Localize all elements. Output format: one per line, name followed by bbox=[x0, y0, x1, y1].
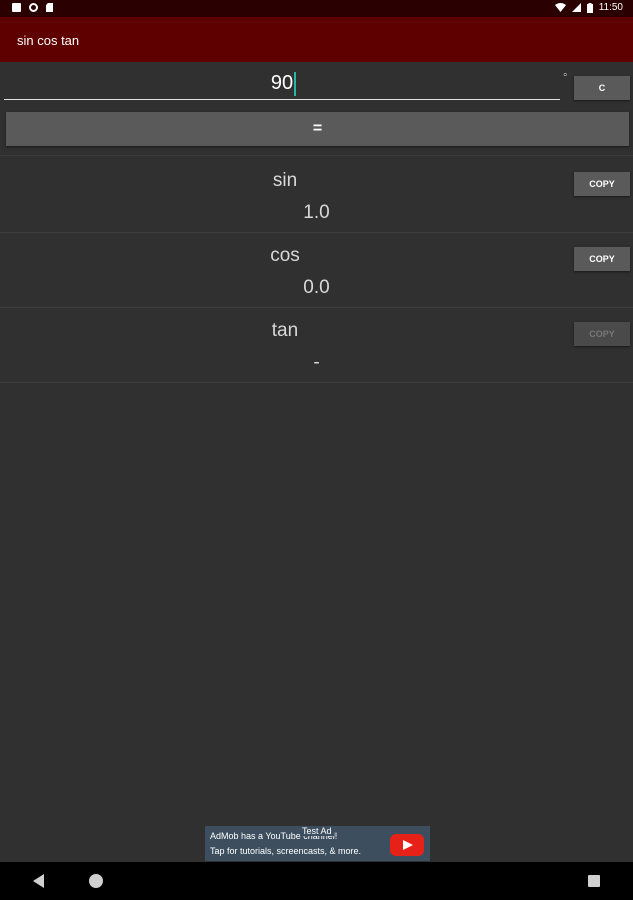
status-bar: 11:50 bbox=[0, 0, 633, 17]
angle-input[interactable] bbox=[4, 68, 560, 100]
copy-tan-button[interactable]: COPY bbox=[574, 322, 630, 346]
navigation-bar bbox=[0, 862, 633, 900]
sd-card-icon bbox=[46, 3, 53, 12]
clear-button[interactable]: C bbox=[574, 76, 630, 100]
youtube-icon bbox=[390, 834, 424, 856]
notification-icon bbox=[12, 3, 21, 12]
ad-line-2: Tap for tutorials, screencasts, & more. bbox=[210, 846, 362, 856]
battery-icon bbox=[586, 2, 593, 13]
home-icon[interactable] bbox=[89, 874, 103, 888]
function-label: sin bbox=[272, 170, 298, 191]
text-cursor bbox=[294, 72, 296, 96]
signal-icon bbox=[571, 3, 581, 12]
function-value: 1.0 bbox=[303, 202, 330, 223]
record-icon bbox=[29, 3, 38, 12]
status-time: 11:50 bbox=[598, 2, 623, 13]
result-row-sin: sin 1.0 COPY bbox=[0, 158, 633, 233]
app-title: sin cos tan bbox=[17, 33, 80, 48]
equals-button[interactable]: = bbox=[6, 112, 629, 146]
function-value: - bbox=[313, 352, 320, 373]
test-ad-tag: Test Ad bbox=[300, 826, 334, 836]
result-row-cos: cos 0.0 COPY bbox=[0, 233, 633, 308]
ad-banner[interactable]: AdMob has a YouTube channel! Tap for tut… bbox=[205, 826, 430, 861]
function-label: cos bbox=[270, 245, 300, 266]
back-icon[interactable] bbox=[33, 874, 44, 888]
function-label: tan bbox=[271, 320, 299, 341]
recents-icon[interactable] bbox=[588, 875, 600, 887]
copy-cos-button[interactable]: COPY bbox=[574, 247, 630, 271]
result-row-tan: tan - COPY bbox=[0, 308, 633, 383]
degree-unit: ° bbox=[563, 72, 568, 84]
app-bar: sin cos tan bbox=[0, 17, 633, 62]
copy-sin-button[interactable]: COPY bbox=[574, 172, 630, 196]
wifi-icon bbox=[554, 3, 566, 12]
function-value: 0.0 bbox=[303, 277, 330, 298]
divider bbox=[0, 155, 633, 156]
